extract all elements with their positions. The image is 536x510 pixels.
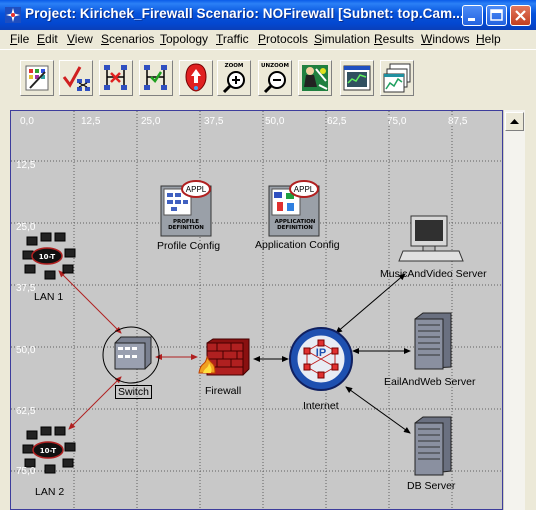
scroll-up-icon <box>510 119 519 124</box>
zoom-out-icon <box>263 71 286 94</box>
x-tick-1: 12,5 <box>81 116 101 127</box>
zoom-out-button[interactable]: UNZOOM <box>258 60 292 96</box>
maximize-button[interactable] <box>486 5 507 26</box>
recover-node-button[interactable] <box>139 60 173 96</box>
configure-simulation-button[interactable] <box>298 60 332 96</box>
x-tick-0: 0,0 <box>20 116 34 127</box>
hide-graphs-button[interactable] <box>380 60 414 96</box>
x-tick-6: 75,0 <box>387 116 407 127</box>
vertical-scrollbar[interactable] <box>503 110 525 510</box>
recover-node-icon <box>144 65 167 90</box>
menu-results[interactable]: Results <box>374 32 414 46</box>
application-config-node[interactable]: APPL APPLICATION DEFINITION <box>268 180 320 237</box>
app-window: Project: Kirichek_Firewall Scenario: NOF… <box>0 0 536 510</box>
verify-links-button[interactable] <box>59 60 93 96</box>
app-def-text-2: DEFINITION <box>277 225 313 231</box>
minimize-icon <box>468 18 475 21</box>
profile-def-text-2: DEFINITION <box>168 225 204 231</box>
profile-appl-badge: APPL <box>186 185 207 194</box>
x-tick-4: 50,0 <box>265 116 285 127</box>
music-server-label: MusicAndVideo Server <box>380 268 487 280</box>
db-server-label: DB Server <box>407 480 456 492</box>
x-tick-3: 37,5 <box>204 116 224 127</box>
email-server-node[interactable] <box>414 312 452 370</box>
application-appl-badge: APPL <box>294 185 315 194</box>
app-icon[interactable] <box>5 7 21 23</box>
y-tick-2: 37,5 <box>16 283 36 294</box>
x-tick-5: 62,5 <box>327 116 347 127</box>
link-lan1-switch[interactable] <box>58 270 122 334</box>
menu-help[interactable]: Help <box>476 32 501 46</box>
application-config-label: Application Config <box>255 239 340 251</box>
lan1-label: LAN 1 <box>34 291 64 303</box>
profile-config-label: Profile Config <box>157 240 221 252</box>
y-tick-1: 25,0 <box>16 222 36 233</box>
email-server-label: EailAndWeb Server <box>384 376 476 388</box>
window-title: Project: Kirichek_Firewall Scenario: NOF… <box>25 6 464 21</box>
link-internet-music[interactable] <box>335 273 406 334</box>
lan1-badge: 10-T <box>39 253 56 261</box>
open-palette-button[interactable] <box>20 60 54 96</box>
internet-label: Internet <box>303 400 339 412</box>
verify-links-icon <box>62 66 90 91</box>
firewall-label: Firewall <box>205 385 242 397</box>
maximize-icon <box>490 9 503 21</box>
view-results-icon <box>343 65 371 91</box>
view-results-button[interactable] <box>340 60 374 96</box>
x-tick-7: 87,5 <box>448 116 468 127</box>
menu-simulation[interactable]: Simulation <box>314 32 370 46</box>
toolbar: ZOOM UNZOOM <box>0 49 536 108</box>
menu-bar: File Edit View Scenarios Topology Traffi… <box>0 30 536 49</box>
menu-scenarios[interactable]: Scenarios <box>101 32 154 46</box>
y-tick-4: 62,5 <box>16 406 36 417</box>
lan2-badge: 10-T <box>40 447 57 455</box>
menu-file[interactable]: File <box>10 32 29 46</box>
open-palette-icon <box>25 65 49 91</box>
minimize-button[interactable] <box>462 5 483 26</box>
menu-topology[interactable]: Topology <box>160 32 208 46</box>
y-tick-0: 12,5 <box>16 160 36 171</box>
menu-view[interactable]: View <box>67 32 93 46</box>
music-server-node[interactable] <box>398 215 464 262</box>
profile-config-node[interactable]: APPL PROFILE DEFINITION <box>160 180 212 237</box>
project-workspace[interactable]: APPL PROFILE DEFINITION APPL APPLICATION… <box>10 110 503 510</box>
y-tick-5: 75,0 <box>16 466 36 477</box>
lan2-label: LAN 2 <box>35 486 65 498</box>
zoom-in-button[interactable]: ZOOM <box>217 60 251 96</box>
link-lan2-switch[interactable] <box>68 376 122 430</box>
internet-ip-text: IP <box>316 347 326 359</box>
right-frame <box>525 110 536 510</box>
x-tick-2: 25,0 <box>141 116 161 127</box>
switch-node[interactable] <box>102 326 160 384</box>
return-to-parent-button[interactable] <box>179 60 213 96</box>
fail-node-icon <box>104 65 127 90</box>
fail-node-button[interactable] <box>99 60 133 96</box>
close-icon <box>515 10 526 21</box>
scroll-up-button[interactable] <box>505 112 524 131</box>
hide-graphs-icon <box>383 63 411 93</box>
return-to-parent-icon <box>185 63 207 92</box>
network-canvas[interactable]: APPL PROFILE DEFINITION APPL APPLICATION… <box>11 111 503 510</box>
firewall-node[interactable] <box>198 338 250 376</box>
close-button[interactable] <box>510 5 531 26</box>
switch-label: Switch <box>115 385 152 399</box>
lan1-node[interactable]: 10-T <box>22 232 76 280</box>
internet-node[interactable]: IP <box>289 327 353 391</box>
y-tick-3: 50,0 <box>16 345 36 356</box>
menu-windows[interactable]: Windows <box>421 32 470 46</box>
menu-edit[interactable]: Edit <box>37 32 58 46</box>
title-bar[interactable]: Project: Kirichek_Firewall Scenario: NOF… <box>0 0 536 30</box>
link-internet-db[interactable] <box>345 386 411 434</box>
menu-protocols[interactable]: Protocols <box>258 32 308 46</box>
menu-traffic[interactable]: Traffic <box>216 32 249 46</box>
configure-simulation-icon <box>302 65 328 91</box>
db-server-node[interactable] <box>414 416 452 476</box>
zoom-in-icon <box>222 71 245 94</box>
